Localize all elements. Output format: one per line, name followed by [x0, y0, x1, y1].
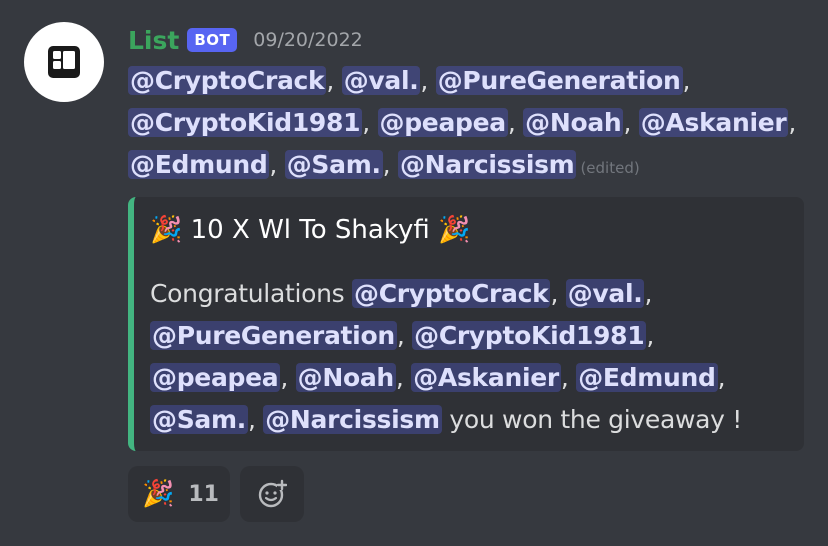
party-popper-icon: 🎉 — [437, 215, 471, 245]
mention[interactable]: @Narcissism — [397, 150, 577, 179]
mention[interactable]: @Edmund — [128, 150, 270, 179]
mentions-line-3: @Edmund, @Sam., @Narcissism (edited) — [128, 150, 640, 179]
mention[interactable]: @peapea — [150, 363, 281, 392]
mention[interactable]: @Noah — [295, 363, 396, 392]
message-body: @CryptoCrack, @val., @PureGeneration, @C… — [128, 60, 818, 189]
message-content: List BOT 09/20/2022 @CryptoCrack, @val.,… — [128, 20, 818, 189]
add-reaction-button[interactable] — [240, 466, 304, 522]
mention[interactable]: @val. — [341, 66, 421, 95]
giveaway-embed: 🎉 10 X Wl To Shakyfi 🎉 Congratulations @… — [128, 197, 804, 451]
mention[interactable]: @Askanier — [411, 363, 561, 392]
reaction-party-popper[interactable]: 🎉 11 — [128, 466, 230, 522]
bot-tag: BOT — [187, 28, 238, 52]
mention[interactable]: @Noah — [523, 108, 624, 137]
embed-title-text: 10 X Wl To Shakyfi — [190, 215, 430, 245]
embed-description: Congratulations @CryptoCrack, @val., @Pu… — [150, 279, 743, 434]
reactions-bar: 🎉 11 — [128, 466, 304, 522]
mention[interactable]: @PureGeneration — [150, 321, 397, 350]
party-popper-icon: 🎉 — [142, 479, 175, 509]
edited-label: (edited) — [580, 159, 640, 177]
message-header: List BOT 09/20/2022 — [128, 20, 818, 60]
mentions-line-2: @CryptoKid1981, @peapea, @Noah, @Askanie… — [128, 108, 797, 137]
mention[interactable]: @Narcissism — [263, 405, 442, 434]
reaction-count: 11 — [188, 481, 219, 507]
mention[interactable]: @Askanier — [638, 108, 789, 137]
mention[interactable]: @PureGeneration — [435, 66, 683, 95]
mention[interactable]: @Edmund — [576, 363, 718, 392]
mention[interactable]: @Sam. — [284, 150, 383, 179]
avatar[interactable] — [24, 22, 104, 102]
mentions-line-1: @CryptoCrack, @val., @PureGeneration, — [128, 66, 691, 95]
desc-prefix: Congratulations — [150, 279, 345, 308]
mention[interactable]: @peapea — [377, 108, 508, 137]
mention[interactable]: @CryptoKid1981 — [412, 321, 647, 350]
party-popper-icon: 🎉 — [150, 215, 183, 245]
timestamp[interactable]: 09/20/2022 — [253, 29, 363, 51]
author-name[interactable]: List — [128, 26, 179, 55]
mention[interactable]: @Sam. — [150, 405, 248, 434]
embed-title: 🎉 10 X Wl To Shakyfi 🎉 — [150, 215, 470, 245]
list-bot-logo-icon — [48, 46, 80, 78]
mention[interactable]: @val. — [565, 279, 645, 308]
add-reaction-icon — [258, 479, 287, 508]
mention[interactable]: @CryptoCrack — [128, 66, 327, 95]
mention[interactable]: @CryptoKid1981 — [128, 108, 363, 137]
mention[interactable]: @CryptoCrack — [352, 279, 551, 308]
desc-suffix: you won the giveaway ! — [449, 405, 743, 434]
